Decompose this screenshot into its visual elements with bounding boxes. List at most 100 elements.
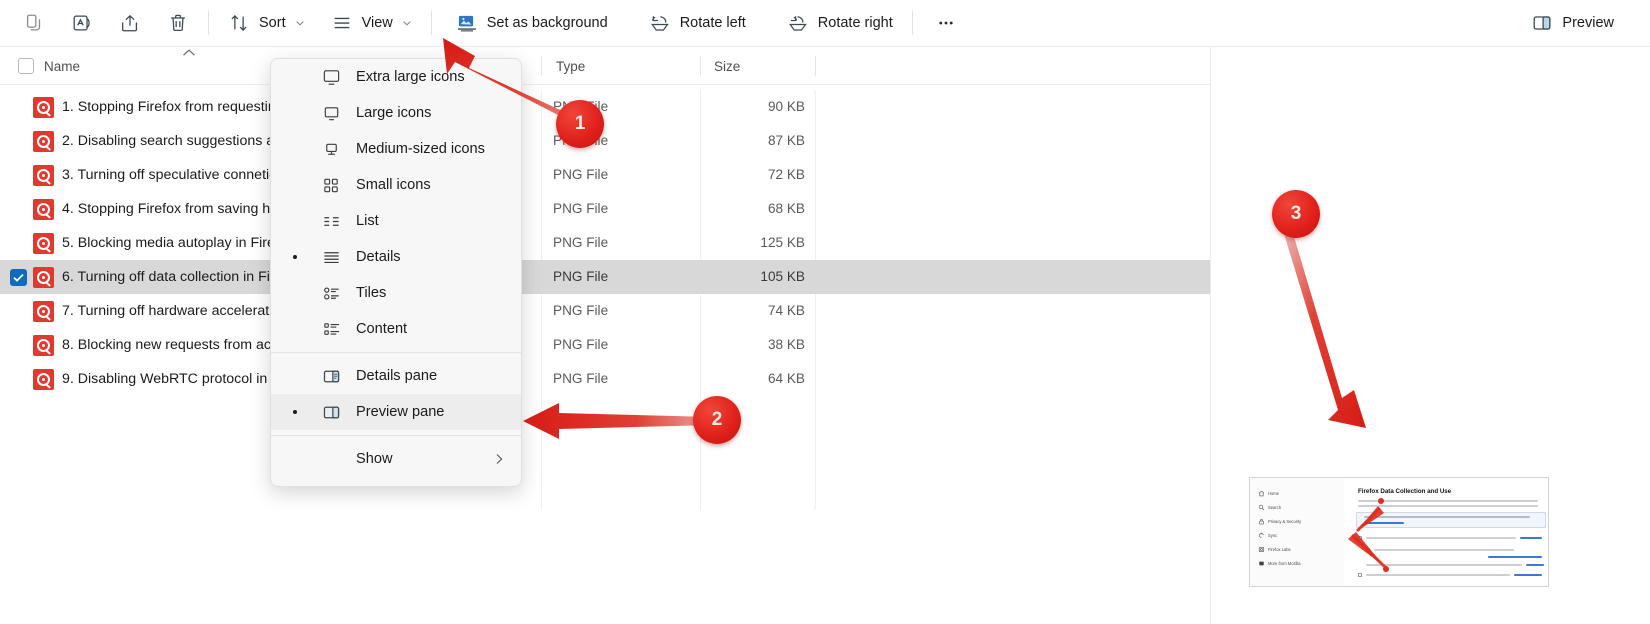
menu-separator [271, 352, 521, 353]
file-size: 64 KB [700, 362, 805, 396]
selected-bullet-icon [293, 255, 297, 259]
file-type: PNG File [553, 192, 608, 226]
rotate-left-label: Rotate left [680, 16, 746, 31]
file-type: PNG File [553, 260, 608, 294]
view-label: View [362, 16, 393, 31]
menu-item-label: Details [356, 249, 401, 265]
column-header-name[interactable]: Name [44, 47, 80, 85]
ellipsis-icon [935, 12, 957, 34]
thumbnail-annotation-arrow-2 [1354, 502, 1390, 534]
small-icons-icon [322, 176, 341, 195]
see-more-button[interactable] [925, 6, 967, 40]
menu-item-content[interactable]: Content [271, 311, 521, 347]
menu-item-details-pane[interactable]: Details pane [271, 358, 521, 394]
flask-icon [1258, 546, 1265, 553]
rename-icon [71, 12, 93, 34]
toolbar-separator-1 [208, 11, 209, 35]
rotate-left-button[interactable]: Rotate left [639, 6, 756, 40]
monitor-medium-icon [322, 140, 341, 159]
rotate-right-icon [787, 12, 809, 34]
file-name: 8. Blocking new requests from acce [62, 328, 270, 362]
checkbox-icon [18, 58, 34, 74]
toolbar-separator-3 [912, 11, 913, 35]
menu-item-label: Content [356, 321, 407, 337]
file-type: PNG File [553, 362, 608, 396]
preview-thumbnail[interactable]: Firefox Data Collection and Use HomeSear… [1249, 477, 1549, 587]
share-button[interactable] [109, 6, 151, 40]
png-file-icon [33, 97, 54, 118]
thumbnail-annotation-badge-2 [1378, 498, 1384, 504]
preview-toggle-button[interactable]: Preview [1521, 6, 1624, 40]
rename-button[interactable] [61, 6, 103, 40]
preview-pane-icon [1531, 12, 1553, 34]
thumbnail-nav-item: Home [1258, 490, 1279, 497]
file-name: 6. Turning off data collection in Fire [62, 260, 270, 294]
select-all-checkbox[interactable] [18, 47, 34, 85]
sort-button[interactable]: Sort [218, 6, 315, 40]
monitor-xl-icon [322, 68, 341, 87]
file-name: 2. Disabling search suggestions an [62, 124, 270, 158]
view-button[interactable]: View [321, 6, 422, 40]
png-file-icon [33, 233, 54, 254]
thumbnail-nav-item: Firefox Labs [1258, 546, 1291, 553]
thumbnail-annotation-badge-1 [1383, 566, 1389, 572]
rotate-right-button[interactable]: Rotate right [777, 6, 903, 40]
file-type: PNG File [553, 328, 608, 362]
details-pane-icon [322, 367, 341, 386]
png-file-icon [33, 199, 54, 220]
file-name: 7. Turning off hardware acceleratio [62, 294, 270, 328]
file-size: 105 KB [700, 260, 805, 294]
menu-item-label: Medium-sized icons [356, 141, 485, 157]
thumbnail-option-link [1488, 556, 1542, 558]
annotation-badge-1: 1 [556, 100, 604, 148]
home-icon [1258, 490, 1265, 497]
menu-item-details[interactable]: Details [271, 239, 521, 275]
menu-item-show[interactable]: Show [271, 441, 521, 477]
copy-icon [23, 12, 45, 34]
thumbnail-nav-label: Sync [1268, 533, 1277, 538]
png-file-icon [33, 369, 54, 390]
view-icon [331, 12, 353, 34]
thumbnail-option-line [1374, 549, 1514, 551]
file-type: PNG File [553, 294, 608, 328]
menu-item-label: Large icons [356, 105, 431, 121]
lock-icon [1258, 518, 1265, 525]
annotation-badge-3: 3 [1272, 190, 1320, 238]
menu-item-tiles[interactable]: Tiles [271, 275, 521, 311]
menu-item-list[interactable]: List [271, 203, 521, 239]
annotation-arrow-2 [515, 400, 715, 442]
png-file-icon [33, 301, 54, 322]
file-size: 90 KB [700, 90, 805, 124]
annotation-arrow-3 [1280, 228, 1380, 430]
mozilla-icon [1258, 560, 1265, 567]
column-header-size[interactable]: Size [714, 47, 740, 85]
sort-ascending-caret-icon [181, 48, 197, 58]
delete-button[interactable] [157, 6, 199, 40]
column-divider-3[interactable] [815, 56, 816, 76]
chevron-right-icon [495, 453, 504, 465]
file-size: 38 KB [700, 328, 805, 362]
share-icon [119, 12, 141, 34]
file-size: 74 KB [700, 294, 805, 328]
column-divider-2[interactable] [700, 56, 701, 76]
menu-item-label: Tiles [356, 285, 386, 301]
selected-bullet-icon [293, 410, 297, 414]
content-icon [322, 320, 341, 339]
menu-item-preview-pane[interactable]: Preview pane [271, 394, 521, 430]
details-icon [322, 248, 341, 267]
copy-button[interactable] [13, 6, 55, 40]
menu-item-small-icons[interactable]: Small icons [271, 167, 521, 203]
menu-item-label: Preview pane [356, 404, 444, 420]
thumbnail-heading: Firefox Data Collection and Use [1358, 488, 1451, 495]
file-name: 9. Disabling WebRTC protocol in Fi [62, 362, 270, 396]
thumbnail-checkbox [1358, 573, 1362, 577]
preview-pane-icon [322, 403, 341, 422]
thumbnail-nav-label: Privacy & Security [1268, 519, 1301, 524]
row-checkbox[interactable] [10, 269, 27, 286]
delete-icon [167, 12, 189, 34]
sort-label: Sort [259, 16, 286, 31]
thumbnail-nav-item: Privacy & Security [1258, 518, 1301, 525]
file-size: 68 KB [700, 192, 805, 226]
menu-item-label: List [356, 213, 379, 229]
thumbnail-nav-item: More from Mozilla [1258, 560, 1301, 567]
